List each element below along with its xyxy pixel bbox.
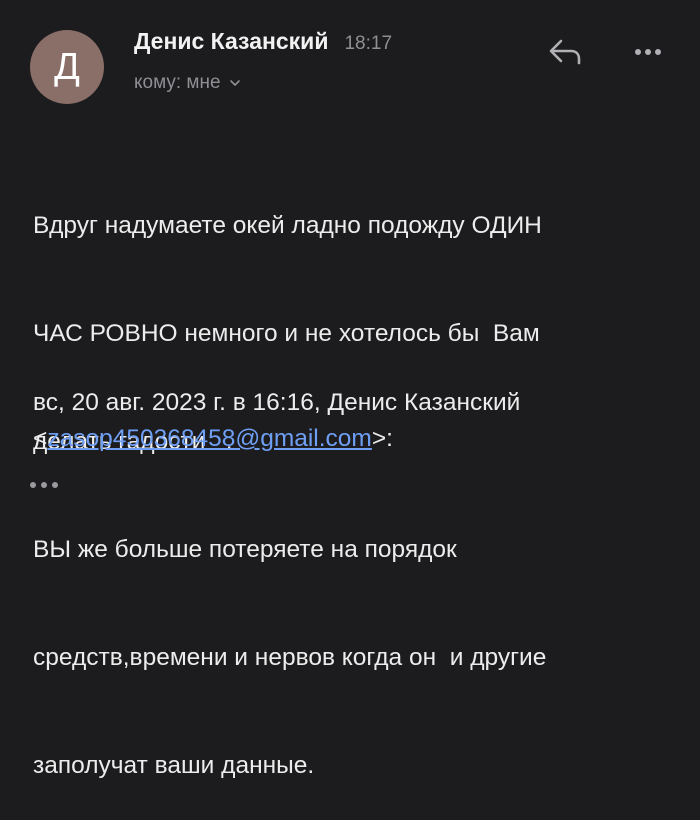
ellipsis-icon xyxy=(30,482,36,488)
message-header: Д Денис Казанский 18:17 кому: мне xyxy=(0,0,700,110)
show-quoted-text-button[interactable] xyxy=(30,470,70,500)
more-vertical-dots-icon xyxy=(635,49,661,55)
message-line: ВЫ же больше потеряете на порядок xyxy=(33,536,457,563)
sender-line: Денис Казанский 18:17 xyxy=(134,28,392,55)
quote-email-line: <zasop450368458@gmail.com>: xyxy=(33,421,673,457)
message-line: средств,времени и нервов когда он и друг… xyxy=(33,644,547,671)
recipient-label: кому: мне xyxy=(134,72,221,93)
quote-attribution: вс, 20 авг. 2023 г. в 16:16, Денис Казан… xyxy=(33,389,521,416)
sender-name[interactable]: Денис Казанский xyxy=(134,28,328,55)
message-time: 18:17 xyxy=(344,33,393,54)
quoted-header: вс, 20 авг. 2023 г. в 16:16, Денис Казан… xyxy=(33,385,673,457)
message-line: заполучат ваши данные. xyxy=(33,752,315,779)
reply-button[interactable] xyxy=(545,34,585,70)
more-options-button[interactable] xyxy=(628,34,668,70)
email-close-bracket: >: xyxy=(371,425,393,452)
recipient-details-toggle[interactable]: кому: мне xyxy=(134,72,241,94)
sender-email-link[interactable]: zasop450368458@gmail.com xyxy=(47,425,372,452)
ellipsis-icon xyxy=(52,482,58,488)
message-line: Вдруг надумаете окей ладно подожду ОДИН xyxy=(33,212,542,239)
email-open-bracket: < xyxy=(33,425,48,452)
avatar-letter: Д xyxy=(54,45,80,88)
reply-icon xyxy=(549,39,581,65)
chevron-down-icon xyxy=(229,80,240,86)
message-line: ЧАС РОВНО немного и не хотелось бы Вам xyxy=(33,320,540,347)
sender-avatar[interactable]: Д xyxy=(30,30,104,104)
ellipsis-icon xyxy=(41,482,47,488)
message-body: Вдруг надумаете окей ладно подожду ОДИН … xyxy=(33,136,673,820)
